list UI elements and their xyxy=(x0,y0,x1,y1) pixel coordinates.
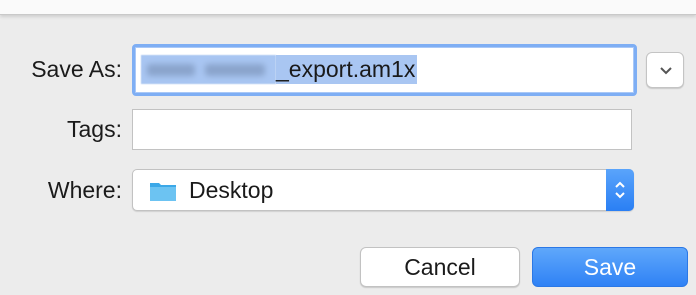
filename-selected-text: _export.am1x xyxy=(276,55,418,84)
tags-field[interactable] xyxy=(132,109,632,150)
save-button[interactable]: Save xyxy=(532,247,688,287)
expand-dialog-button[interactable] xyxy=(646,52,684,88)
tags-label: Tags: xyxy=(67,116,122,142)
where-value: Desktop xyxy=(189,177,274,203)
where-label: Where: xyxy=(47,177,122,203)
window-top-strip xyxy=(0,0,696,15)
save-as-field[interactable]: _export.am1x xyxy=(132,44,637,96)
folder-icon xyxy=(150,183,176,201)
blurred-filename-prefix xyxy=(141,55,276,84)
cancel-button[interactable]: Cancel xyxy=(360,247,520,287)
where-popup-button[interactable]: Desktop xyxy=(132,169,634,211)
save-as-label: Save As: xyxy=(31,56,122,82)
where-stepper[interactable] xyxy=(606,169,634,211)
up-down-stepper-icon xyxy=(615,181,625,199)
chevron-down-icon xyxy=(660,67,672,75)
